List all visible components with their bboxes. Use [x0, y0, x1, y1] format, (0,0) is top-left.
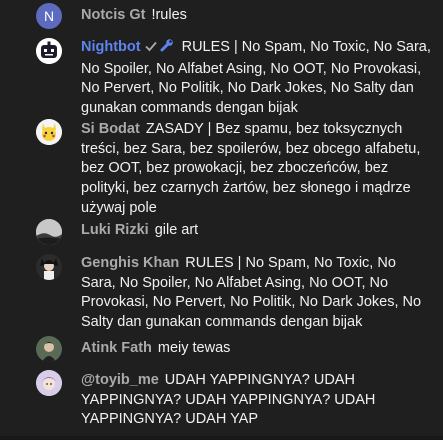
message-text: meiy tewas: [157, 340, 231, 356]
live-chat-list: N Notcis Gt !rules Nightbot RULES | No Spa…: [0, 0, 443, 440]
avatar[interactable]: [36, 254, 62, 280]
author-name[interactable]: Luki Rizki: [81, 222, 149, 238]
message-body: Nightbot RULES | No Spam, No Toxic, No Sa…: [81, 38, 433, 119]
landscape-avatar-icon: [36, 219, 62, 245]
author-name[interactable]: Si Bodat: [81, 121, 140, 137]
message-body: Genghis Khan RULES | No Spam, No Toxic, N…: [81, 254, 433, 333]
message-body: @toyib_me UDAH YAPPINGNYA? UDAH YAPPINGNY…: [81, 371, 433, 430]
message-text: !rules: [151, 7, 187, 23]
author-name[interactable]: Genghis Khan: [81, 255, 179, 271]
check-icon: [144, 39, 158, 60]
avatar[interactable]: [36, 336, 62, 362]
author-name[interactable]: Notcis Gt: [81, 7, 145, 23]
pikachu-avatar-icon: [36, 119, 62, 145]
avatar[interactable]: [36, 119, 62, 145]
avatar[interactable]: [36, 370, 62, 396]
anime-avatar-icon: [36, 370, 62, 396]
wrench-icon: [159, 38, 174, 60]
character-avatar-icon: [36, 254, 62, 280]
divider: [0, 436, 443, 440]
avatar[interactable]: [36, 219, 62, 245]
nightbot-avatar-icon: [36, 38, 62, 64]
message-body: Atink Fath meiy tewas: [81, 339, 433, 359]
author-name[interactable]: Nightbot: [81, 39, 141, 55]
avatar[interactable]: N: [36, 3, 62, 29]
author-name[interactable]: Atink Fath: [81, 340, 152, 356]
photo-avatar-icon: [36, 336, 62, 362]
avatar-letter: N: [43, 8, 55, 24]
message-body: Luki Rizki gile art: [81, 221, 433, 241]
author-name[interactable]: @toyib_me: [81, 372, 159, 388]
message-body: Notcis Gt !rules: [81, 6, 433, 26]
message-text: gile art: [154, 222, 199, 238]
message-body: Si Bodat ZASADY | Bez spamu, bez toksyczn…: [81, 120, 433, 219]
avatar[interactable]: [36, 38, 62, 64]
